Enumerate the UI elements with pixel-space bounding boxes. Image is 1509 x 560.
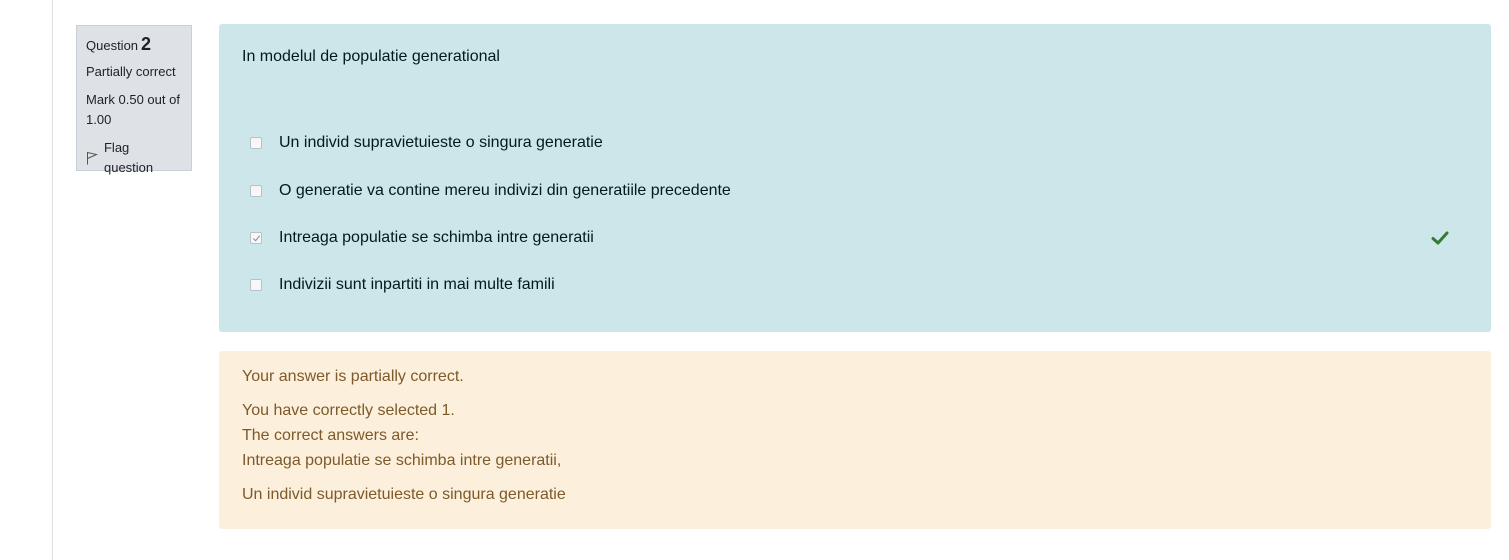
answer-label: Un individ supravietuieste o singura gen… (279, 134, 603, 151)
flag-question-button[interactable]: Flag question (86, 138, 182, 178)
flag-icon (86, 152, 98, 165)
answer-checkbox[interactable] (250, 279, 262, 291)
answer-label: Intreaga populatie se schimba intre gene… (279, 229, 594, 246)
answer-checkbox[interactable] (250, 185, 262, 197)
answer-option[interactable]: Indivizii sunt inpartiti in mai multe fa… (250, 273, 1471, 297)
question-text: In modelul de populatie generational (242, 48, 500, 65)
correct-answer-item: Un individ supravietuieste o singura gen… (242, 486, 566, 503)
answer-option[interactable]: Intreaga populatie se schimba intre gene… (250, 226, 1471, 250)
page-left-divider (52, 0, 53, 560)
answer-label: O generatie va contine mereu indivizi di… (279, 182, 731, 199)
question-number: Question 2 (86, 34, 152, 54)
general-feedback: Your answer is partially correct. (242, 368, 464, 385)
checkmark-icon (252, 235, 261, 242)
answer-option[interactable]: O generatie va contine mereu indivizi di… (250, 179, 1471, 203)
correct-check-icon (1431, 231, 1449, 245)
answer-label: Indivizii sunt inpartiti in mai multe fa… (279, 276, 555, 293)
answer-checkbox[interactable] (250, 137, 262, 149)
question-formulation: In modelul de populatie generational Un … (219, 24, 1491, 332)
feedback-panel: Your answer is partially correct. You ha… (219, 351, 1491, 529)
correct-answers-heading: The correct answers are: (242, 427, 419, 444)
question-state: Partially correct (86, 64, 176, 79)
flag-question-label: Flag question (103, 140, 154, 175)
question-grade: Mark 0.50 out of 1.00 (86, 92, 180, 127)
question-info-panel: Question 2 Partially correct Mark 0.50 ou… (76, 25, 192, 175)
answer-checkbox-checked[interactable] (250, 232, 262, 244)
correct-answer-item: Intreaga populatie se schimba intre gene… (242, 452, 562, 469)
answer-option[interactable]: Un individ supravietuieste o singura gen… (250, 131, 1471, 155)
selected-count-text: You have correctly selected 1. (242, 402, 455, 419)
